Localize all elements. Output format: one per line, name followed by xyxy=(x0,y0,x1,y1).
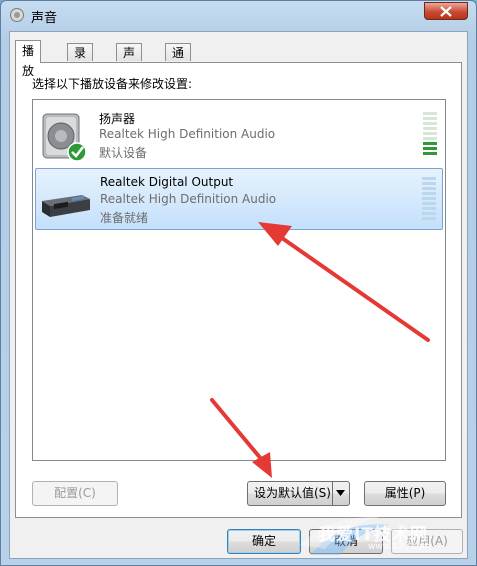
device-name: Realtek Digital Output xyxy=(100,175,234,189)
device-name: 扬声器 xyxy=(99,112,136,126)
volume-meter xyxy=(422,177,436,222)
set-default-label: 设为默认值(S) xyxy=(254,486,331,500)
tab-communications[interactable]: 通信 xyxy=(165,43,192,78)
device-description: Realtek High Definition Audio xyxy=(99,127,276,141)
tab-playback[interactable]: 播放 xyxy=(15,40,42,78)
properties-button[interactable]: 属性(P) xyxy=(364,481,446,506)
device-item-digital-output[interactable]: Realtek Digital Output Realtek High Defi… xyxy=(35,168,443,230)
sound-app-icon xyxy=(10,8,24,22)
sound-dialog: 声音 播放 录制 声音 通信 选择以下播放设备来修改设置: xyxy=(0,0,477,566)
device-status: 默认设备 xyxy=(99,146,148,160)
device-description: Realtek High Definition Audio xyxy=(100,192,277,206)
tab-recording[interactable]: 录制 xyxy=(67,43,94,78)
ok-button[interactable]: 确定 xyxy=(227,529,301,554)
window-title: 声音 xyxy=(31,11,58,26)
set-default-dropdown[interactable] xyxy=(332,482,349,505)
playback-panel: 选择以下播放设备来修改设置: 扬声器 Realtek High Definiti… xyxy=(15,62,462,518)
speaker-icon xyxy=(42,113,87,162)
digital-output-icon xyxy=(42,195,90,217)
title-bar[interactable]: 声音 xyxy=(1,1,476,29)
close-icon xyxy=(440,6,452,17)
set-default-button[interactable]: 设为默认值(S) xyxy=(247,481,350,506)
dialog-client: 播放 录制 声音 通信 选择以下播放设备来修改设置: 扬声器 xyxy=(9,31,468,559)
chevron-down-icon xyxy=(336,490,345,496)
tab-sounds[interactable]: 声音 xyxy=(116,43,143,78)
device-list[interactable]: 扬声器 Realtek High Definition Audio 默认设备 R… xyxy=(32,99,446,461)
volume-meter xyxy=(423,112,437,157)
configure-button[interactable]: 配置(C) xyxy=(32,481,118,506)
device-status: 准备就绪 xyxy=(100,211,149,225)
close-button[interactable] xyxy=(424,2,468,20)
watermark-url: www.52ij.com xyxy=(368,542,431,552)
instruction-text: 选择以下播放设备来修改设置: xyxy=(32,77,193,91)
device-item-speakers[interactable]: 扬声器 Realtek High Definition Audio 默认设备 xyxy=(35,104,443,166)
